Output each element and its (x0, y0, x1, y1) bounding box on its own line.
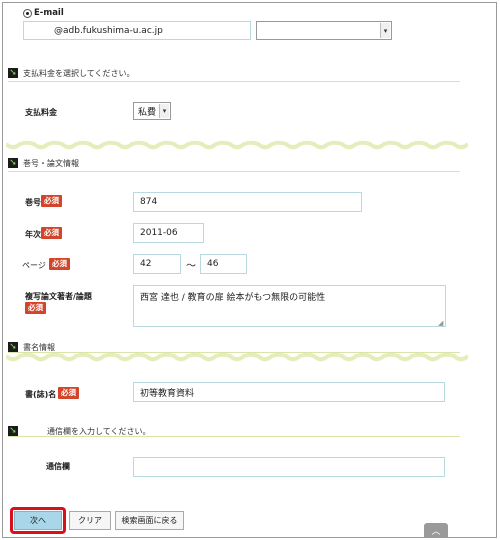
arrow-icon: ➘ (8, 68, 18, 78)
comment-label: 通信欄 (46, 462, 70, 471)
next-button[interactable]: 次へ (14, 511, 62, 530)
article-textarea[interactable]: 西宮 達也 / 教育の扉 絵本がもつ無限の可能性 (133, 285, 446, 327)
section-title-payment: 支払料金を選択してください。 (23, 69, 135, 78)
payment-select[interactable]: 私費 ▾ (133, 102, 171, 120)
page-range-separator: 〜 (186, 261, 196, 272)
email-label: E-mail (34, 8, 64, 18)
required-badge: 必須 (41, 195, 62, 207)
back-to-search-button[interactable]: 検索画面に戻る (115, 511, 184, 530)
section-title-volume: 巻号・論文情報 (23, 159, 79, 168)
required-badge: 必須 (41, 227, 62, 239)
required-badge: 必須 (58, 387, 79, 399)
scroll-top-button[interactable]: ︿ (424, 523, 448, 537)
required-badge: 必須 (25, 302, 46, 314)
clear-button[interactable]: クリア (69, 511, 111, 530)
page-to-input[interactable]: 46 (200, 254, 247, 274)
volume-label: 巻号 (25, 198, 41, 207)
chevron-down-icon: ▾ (159, 104, 169, 118)
chevron-down-icon: ▾ (380, 23, 390, 38)
wave-divider (6, 352, 468, 362)
wave-divider (6, 140, 468, 150)
page-from-input[interactable]: 42 (133, 254, 181, 274)
email-input[interactable]: @adb.fukushima-u.ac.jp (23, 21, 251, 40)
section-divider (8, 436, 460, 437)
payment-value: 私費 (138, 107, 157, 118)
journal-label: 書(誌)名 (25, 390, 57, 399)
email-radio[interactable] (23, 9, 32, 18)
year-input[interactable]: 2011-06 (133, 223, 204, 243)
payment-label: 支払料金 (25, 108, 57, 117)
article-label: 複写論文著者/論題 (25, 292, 92, 301)
comment-input[interactable] (133, 457, 445, 477)
arrow-icon: ➘ (8, 426, 18, 436)
arrow-icon: ➘ (8, 158, 18, 168)
volume-input[interactable]: 874 (133, 192, 362, 212)
year-label: 年次 (25, 230, 41, 239)
section-divider (8, 171, 460, 172)
journal-input[interactable]: 初等教育資料 (133, 382, 445, 402)
required-badge: 必須 (49, 258, 70, 270)
resize-handle-icon[interactable]: ◢ (438, 319, 443, 327)
section-divider (8, 81, 460, 82)
chevron-up-icon: ︿ (431, 526, 441, 537)
pages-label: ページ (22, 261, 46, 270)
email-domain-select[interactable]: ▾ (256, 21, 392, 40)
